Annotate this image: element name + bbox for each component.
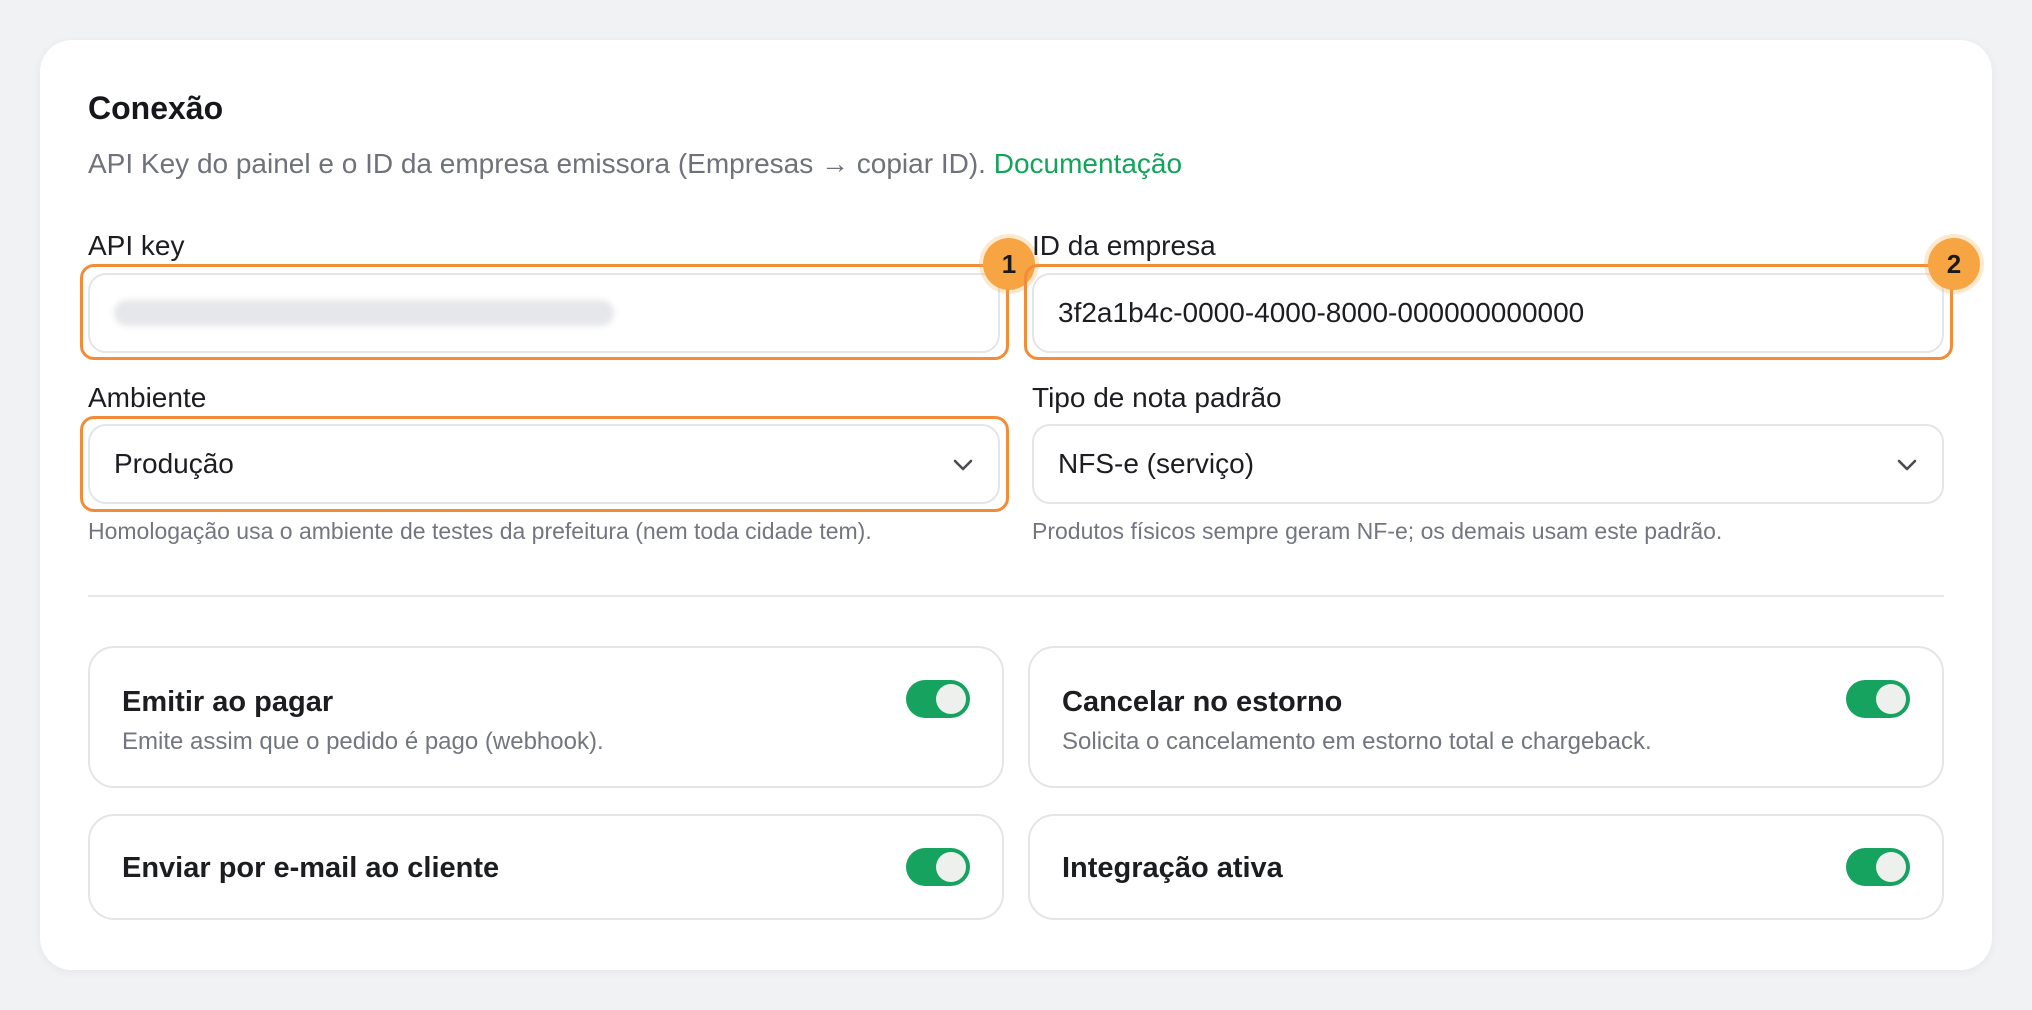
section-divider <box>88 595 1944 597</box>
toggle-switch-cancel-on-refund[interactable] <box>1846 680 1910 718</box>
environment-label: Ambiente <box>88 382 207 413</box>
toggle-switch-email-customer[interactable] <box>906 848 970 886</box>
note-type-hint: Produtos físicos sempre geram NF-e; os d… <box>1032 518 1723 544</box>
subtitle-text: API Key do painel e o ID da empresa emis… <box>88 148 986 179</box>
toggle-switch-emit-on-pay[interactable] <box>906 680 970 718</box>
note-type-label: Tipo de nota padrão <box>1032 382 1282 413</box>
company-id-label: ID da empresa <box>1032 230 1216 261</box>
toggle-description: Solicita o cancelamento em estorno total… <box>1062 728 1652 755</box>
chevron-down-icon <box>1897 459 1917 471</box>
toggle-card-integration-active: Integração ativa <box>1028 814 1944 920</box>
company-id-value: 3f2a1b4c-0000-4000-8000-000000000000 <box>1058 297 1585 328</box>
toggle-switch-integration-active[interactable] <box>1846 848 1910 886</box>
note-type-value: NFS-e (serviço) <box>1058 448 1255 479</box>
company-id-input[interactable]: 3f2a1b4c-0000-4000-8000-000000000000 <box>1032 273 1944 353</box>
toggle-card-email-customer: Enviar por e-mail ao cliente <box>88 814 1004 920</box>
environment-select[interactable]: Produção <box>88 424 1000 504</box>
toggle-title: Integração ativa <box>1062 852 1283 884</box>
toggle-card-emit-on-pay: Emitir ao pagar Emite assim que o pedido… <box>88 646 1004 788</box>
api-key-input[interactable] <box>88 273 1000 353</box>
section-title: Conexão <box>88 90 224 126</box>
toggle-title: Emitir ao pagar <box>122 686 334 718</box>
note-type-select[interactable]: NFS-e (serviço) <box>1032 424 1944 504</box>
toggle-card-cancel-on-refund: Cancelar no estorno Solicita o cancelame… <box>1028 646 1944 788</box>
api-key-label: API key <box>88 230 185 261</box>
toggle-description: Emite assim que o pedido é pago (webhook… <box>122 728 604 755</box>
switch-knob <box>1876 684 1906 714</box>
toggle-title: Enviar por e-mail ao cliente <box>122 852 500 884</box>
switch-knob <box>936 852 966 882</box>
environment-hint: Homologação usa o ambiente de testes da … <box>88 518 872 544</box>
section-subtitle: API Key do painel e o ID da empresa emis… <box>88 148 1182 180</box>
switch-knob <box>1876 852 1906 882</box>
step-badge-1: 1 <box>983 238 1035 290</box>
step-badge-2: 2 <box>1928 238 1980 290</box>
toggle-title: Cancelar no estorno <box>1062 686 1343 718</box>
documentation-link[interactable]: Documentação <box>994 148 1182 179</box>
masked-api-key-value <box>114 300 614 326</box>
switch-knob <box>936 684 966 714</box>
environment-value: Produção <box>114 448 234 479</box>
chevron-down-icon <box>953 459 973 471</box>
